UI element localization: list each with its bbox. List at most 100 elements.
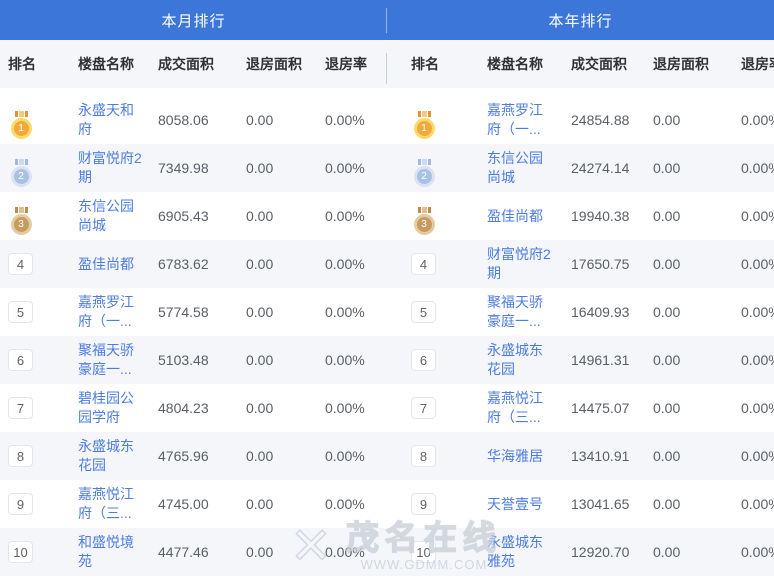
medal-number: 3 <box>14 217 29 232</box>
property-link[interactable]: 和盛悦境苑 <box>78 533 144 571</box>
property-link[interactable]: 东信公园尚城 <box>78 197 144 235</box>
table-row: 4财富悦府2期17650.750.000.00% <box>387 240 774 288</box>
table-row: 7碧桂园公园学府4804.230.000.00% <box>0 384 387 432</box>
property-name-cell: 嘉燕罗江府（一... <box>70 288 150 336</box>
rank-cell: 6 <box>0 336 70 384</box>
deal-area-cell: 13410.91 <box>563 432 645 480</box>
refund-area-cell: 0.00 <box>238 480 317 528</box>
deal-area-cell: 4804.23 <box>150 384 238 432</box>
rank-cell: 1 <box>387 96 479 144</box>
property-link[interactable]: 碧桂园公园学府 <box>78 389 144 427</box>
property-name-cell: 嘉燕罗江府（一... <box>479 96 563 144</box>
column-header-2: 成交面积 <box>563 40 645 88</box>
rank-badge: 5 <box>8 301 33 323</box>
rank-badge: 8 <box>8 445 33 467</box>
table-row: 9天誉壹号13041.650.000.00% <box>387 480 774 528</box>
refund-rate-cell: 0.00% <box>733 288 774 336</box>
refund-rate-cell: 0.00% <box>317 144 387 192</box>
rank-badge: 7 <box>411 397 436 419</box>
property-name-cell: 东信公园尚城 <box>479 144 563 192</box>
table-row: 10和盛悦境苑4477.460.000.00% <box>0 528 387 576</box>
deal-area-cell: 6905.43 <box>150 192 238 240</box>
column-header-4: 退房率 <box>317 40 387 88</box>
refund-rate-cell: 0.00% <box>733 528 774 576</box>
property-link[interactable]: 盈佳尚都 <box>78 255 134 274</box>
rank-cell: 3 <box>0 192 70 240</box>
property-name-cell: 东信公园尚城 <box>70 192 150 240</box>
column-header-row: 排名楼盘名称成交面积退房面积退房率 <box>0 40 387 88</box>
refund-rate-cell: 0.00% <box>733 432 774 480</box>
rank-badge: 10 <box>411 541 436 563</box>
tab-monthly-ranking[interactable]: 本月排行 <box>0 0 387 40</box>
property-link[interactable]: 嘉燕悦江府（三... <box>487 389 553 427</box>
property-link[interactable]: 嘉燕悦江府（三... <box>78 485 144 523</box>
refund-area-cell: 0.00 <box>645 192 733 240</box>
column-header-0: 排名 <box>0 40 70 88</box>
rank-cell: 5 <box>0 288 70 336</box>
rank-cell: 9 <box>0 480 70 528</box>
column-header-4: 退房率 <box>733 40 774 88</box>
title-bar: 本月排行 本年排行 <box>0 0 774 40</box>
tab-yearly-ranking[interactable]: 本年排行 <box>387 0 774 40</box>
property-name-cell: 聚福天骄豪庭一... <box>479 288 563 336</box>
property-link[interactable]: 东信公园尚城 <box>487 149 553 187</box>
ranking-tables: 排名楼盘名称成交面积退房面积退房率 1永盛天和府8058.060.000.00%… <box>0 40 774 576</box>
property-name-cell: 盈佳尚都 <box>479 192 563 240</box>
property-name-cell: 财富悦府2期 <box>70 144 150 192</box>
refund-area-cell: 0.00 <box>645 240 733 288</box>
property-link[interactable]: 永盛城东雅苑 <box>487 533 553 571</box>
header-gap <box>0 88 387 96</box>
rank-cell: 5 <box>387 288 479 336</box>
table-row: 7嘉燕悦江府（三...14475.070.000.00% <box>387 384 774 432</box>
property-link[interactable]: 嘉燕罗江府（一... <box>78 293 144 331</box>
column-header-3: 退房面积 <box>238 40 317 88</box>
property-link[interactable]: 华海雅居 <box>487 447 543 466</box>
medal-ribbon-icon <box>418 111 431 117</box>
property-link[interactable]: 永盛天和府 <box>78 101 144 139</box>
rank-cell: 6 <box>387 336 479 384</box>
refund-area-cell: 0.00 <box>238 192 317 240</box>
property-link[interactable]: 永盛城东花园 <box>487 341 553 379</box>
refund-area-cell: 0.00 <box>238 528 317 576</box>
refund-area-cell: 0.00 <box>238 240 317 288</box>
table-row: 5嘉燕罗江府（一...5774.580.000.00% <box>0 288 387 336</box>
property-link[interactable]: 聚福天骄豪庭一... <box>487 293 553 331</box>
property-link[interactable]: 天誉壹号 <box>487 495 543 514</box>
deal-area-cell: 4745.00 <box>150 480 238 528</box>
table-row: 8永盛城东花园4765.960.000.00% <box>0 432 387 480</box>
deal-area-cell: 8058.06 <box>150 96 238 144</box>
rank-1-medal-icon: 1 <box>411 111 437 136</box>
property-name-cell: 永盛城东花园 <box>479 336 563 384</box>
column-header-row: 排名楼盘名称成交面积退房面积退房率 <box>387 40 774 88</box>
deal-area-cell: 19940.38 <box>563 192 645 240</box>
medal-number: 3 <box>417 217 432 232</box>
column-header-2: 成交面积 <box>150 40 238 88</box>
header-divider <box>386 8 387 33</box>
property-link[interactable]: 盈佳尚都 <box>487 207 543 226</box>
medal-number: 2 <box>417 169 432 184</box>
property-name-cell: 永盛天和府 <box>70 96 150 144</box>
refund-area-cell: 0.00 <box>645 144 733 192</box>
ranking-page: 本月排行 本年排行 排名楼盘名称成交面积退房面积退房率 1永盛天和府8058.0… <box>0 0 774 578</box>
refund-rate-cell: 0.00% <box>317 384 387 432</box>
deal-area-cell: 7349.98 <box>150 144 238 192</box>
table-row: 6永盛城东花园14961.310.000.00% <box>387 336 774 384</box>
refund-area-cell: 0.00 <box>238 144 317 192</box>
property-name-cell: 永盛城东花园 <box>70 432 150 480</box>
deal-area-cell: 6783.62 <box>150 240 238 288</box>
deal-area-cell: 24854.88 <box>563 96 645 144</box>
medal-ribbon-icon <box>418 159 431 165</box>
property-link[interactable]: 财富悦府2期 <box>78 149 144 187</box>
property-link[interactable]: 财富悦府2期 <box>487 245 553 283</box>
table-row: 8华海雅居13410.910.000.00% <box>387 432 774 480</box>
column-header-1: 楼盘名称 <box>479 40 563 88</box>
medal-ribbon-icon <box>418 207 431 213</box>
property-name-cell: 盈佳尚都 <box>70 240 150 288</box>
refund-rate-cell: 0.00% <box>317 528 387 576</box>
table-row: 6聚福天骄豪庭一...5103.480.000.00% <box>0 336 387 384</box>
property-link[interactable]: 永盛城东花园 <box>78 437 144 475</box>
property-link[interactable]: 聚福天骄豪庭一... <box>78 341 144 379</box>
deal-area-cell: 4765.96 <box>150 432 238 480</box>
table-row: 4盈佳尚都6783.620.000.00% <box>0 240 387 288</box>
property-link[interactable]: 嘉燕罗江府（一... <box>487 101 553 139</box>
